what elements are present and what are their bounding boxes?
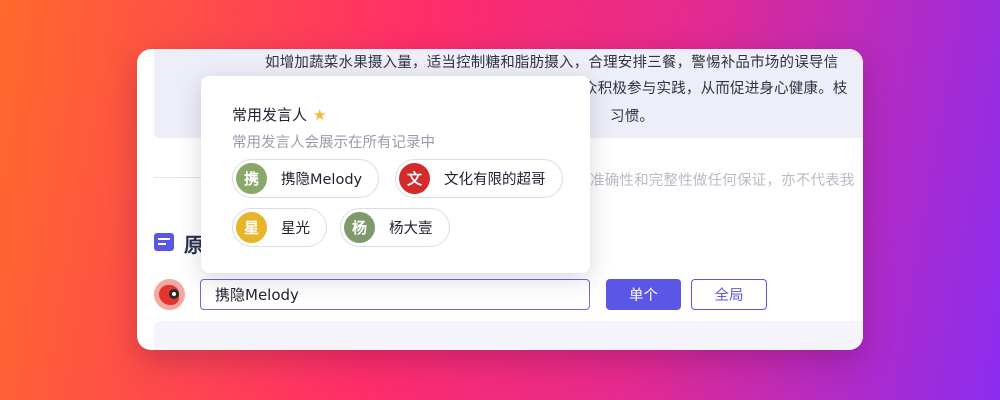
speaker-name: 星光 xyxy=(281,221,310,237)
speaker-chip[interactable]: 杨 杨大壹 xyxy=(340,208,450,247)
bottom-panel xyxy=(154,321,863,350)
speaker-name: 杨大壹 xyxy=(389,221,433,237)
disclaimer-text: 准确性和完整性做任何保证，亦不代表我 xyxy=(590,173,855,189)
speaker-name: 文化有限的超哥 xyxy=(444,172,546,188)
frequent-speakers-popover: 常用发言人 ★ 常用发言人会展示在所有记录中 携 携隐Melody 文 文化有限的… xyxy=(201,76,590,273)
speaker-name-input[interactable] xyxy=(200,279,590,310)
speaker-chip[interactable]: 携 携隐Melody xyxy=(232,159,380,198)
transcript-line: 众积极参与实践，从而促进身心健康。枝 xyxy=(583,81,848,97)
speaker-avatar: 文 xyxy=(399,163,430,194)
global-button[interactable]: 全局 xyxy=(691,279,767,310)
popover-title-text: 常用发言人 xyxy=(232,106,308,124)
popover-subtitle: 常用发言人会展示在所有记录中 xyxy=(232,135,435,151)
speaker-name: 携隐Melody xyxy=(281,172,363,188)
speaker-avatar: 携 xyxy=(236,163,267,194)
star-icon: ★ xyxy=(313,106,327,124)
single-button[interactable]: 单个 xyxy=(606,279,681,310)
transcript-line: 如增加蔬菜水果摄入量，适当控制糖和脂肪摄入，合理安排三餐，警惕补品市场的误导信 xyxy=(265,55,839,71)
speaker-avatar: 星 xyxy=(236,212,267,243)
popover-title: 常用发言人 ★ xyxy=(232,104,326,125)
speaker-chip[interactable]: 星 星光 xyxy=(232,208,327,247)
speaker-chip[interactable]: 文 文化有限的超哥 xyxy=(395,159,563,198)
speaker-avatar: 杨 xyxy=(344,212,375,243)
parrot-avatar xyxy=(154,279,185,310)
document-icon xyxy=(154,233,174,251)
transcript-line: 习惯。 xyxy=(610,109,655,125)
